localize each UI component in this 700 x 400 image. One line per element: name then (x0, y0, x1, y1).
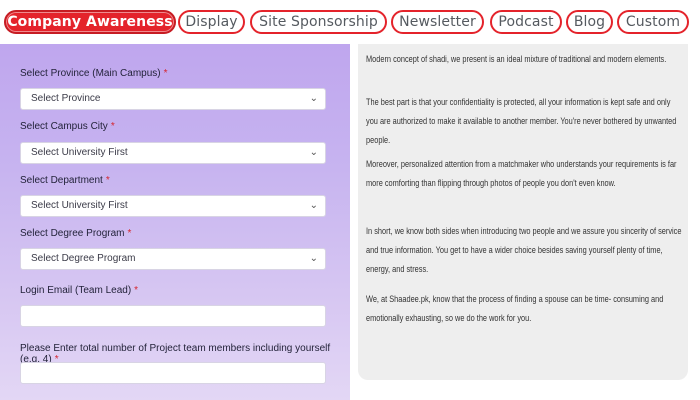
login-email-input[interactable] (20, 305, 326, 327)
tab-company-awareness[interactable]: Company Awareness (4, 10, 176, 34)
required-mark: * (134, 285, 139, 296)
article-paragraph: In short, we know both sides when introd… (366, 226, 682, 274)
chevron-down-icon: ⌄ (309, 93, 318, 104)
registration-form: Select Province (Main Campus) * Select Pr… (0, 44, 350, 400)
required-mark: * (127, 228, 132, 239)
department-label: Select Department * (20, 175, 110, 186)
degree-program-select[interactable]: Select Degree Program ⌄ (20, 248, 326, 270)
tab-site-sponsorship[interactable]: Site Sponsorship (250, 10, 387, 34)
department-select[interactable]: Select University First ⌄ (20, 195, 326, 217)
team-members-input[interactable] (20, 362, 326, 384)
tab-newsletter[interactable]: Newsletter (391, 10, 484, 34)
chevron-down-icon: ⌄ (309, 253, 318, 264)
tab-custom[interactable]: Custom (617, 10, 689, 34)
article-paragraph: Modern concept of shadi, we present is a… (366, 54, 667, 64)
article-paragraph: Moreover, personalized attention from a … (366, 159, 677, 188)
article-paragraph: We, at Shaadee.pk, know that the process… (366, 294, 664, 323)
required-mark: * (105, 175, 110, 186)
province-label: Select Province (Main Campus) * (20, 68, 168, 79)
province-select[interactable]: Select Province ⌄ (20, 88, 326, 110)
degree-program-label: Select Degree Program * (20, 228, 132, 239)
article-panel: Modern concept of shadi, we present is a… (358, 44, 688, 380)
tab-bar: Company Awareness Display Site Sponsorsh… (0, 0, 700, 44)
article-paragraph: The best part is that your confidentiali… (366, 97, 677, 145)
tab-display[interactable]: Display (178, 10, 245, 34)
tab-blog[interactable]: Blog (566, 10, 613, 34)
required-mark: * (163, 68, 168, 79)
required-mark: * (110, 121, 115, 132)
login-email-label: Login Email (Team Lead) * (20, 285, 139, 296)
chevron-down-icon: ⌄ (309, 200, 318, 211)
campus-city-select[interactable]: Select University First ⌄ (20, 142, 326, 164)
tab-podcast[interactable]: Podcast (490, 10, 562, 34)
campus-city-label: Select Campus City * (20, 121, 115, 132)
chevron-down-icon: ⌄ (309, 147, 318, 158)
